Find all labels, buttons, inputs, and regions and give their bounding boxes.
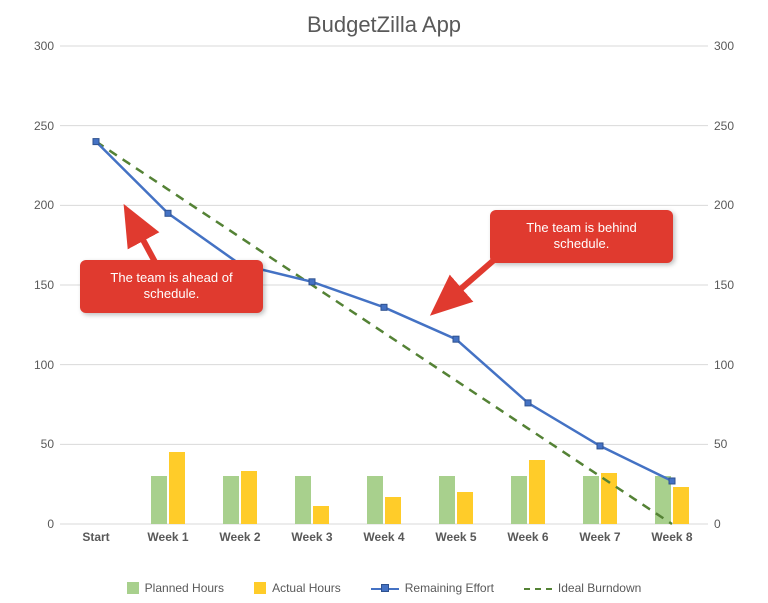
y-tick-right: 100	[714, 358, 748, 372]
legend-label-remaining: Remaining Effort	[405, 581, 494, 595]
y-tick-right: 150	[714, 278, 748, 292]
x-tick: Week 8	[651, 530, 692, 544]
x-tick: Week 2	[219, 530, 260, 544]
y-tick-right: 0	[714, 517, 748, 531]
y-tick-right: 300	[714, 39, 748, 53]
y-tick-left: 300	[20, 39, 54, 53]
legend-label-planned: Planned Hours	[145, 581, 224, 595]
y-tick-right: 50	[714, 437, 748, 451]
legend-label-ideal: Ideal Burndown	[558, 581, 641, 595]
legend-item-actual: Actual Hours	[254, 581, 341, 595]
legend-item-remaining: Remaining Effort	[371, 581, 494, 595]
legend-item-planned: Planned Hours	[127, 581, 224, 595]
x-tick: Week 3	[291, 530, 332, 544]
legend-item-ideal: Ideal Burndown	[524, 581, 641, 595]
y-tick-left: 200	[20, 198, 54, 212]
x-tick: Start	[82, 530, 109, 544]
x-tick: Week 5	[435, 530, 476, 544]
y-tick-left: 250	[20, 119, 54, 133]
legend: Planned Hours Actual Hours Remaining Eff…	[0, 581, 768, 595]
arrow-behind	[0, 0, 768, 603]
y-tick-left: 150	[20, 278, 54, 292]
x-tick: Week 7	[579, 530, 620, 544]
x-tick: Week 1	[147, 530, 188, 544]
y-tick-left: 0	[20, 517, 54, 531]
y-tick-left: 100	[20, 358, 54, 372]
x-tick: Week 4	[363, 530, 404, 544]
swatch-planned	[127, 582, 139, 594]
y-tick-right: 250	[714, 119, 748, 133]
y-tick-left: 50	[20, 437, 54, 451]
x-tick: Week 6	[507, 530, 548, 544]
y-tick-right: 200	[714, 198, 748, 212]
swatch-actual	[254, 582, 266, 594]
legend-label-actual: Actual Hours	[272, 581, 341, 595]
